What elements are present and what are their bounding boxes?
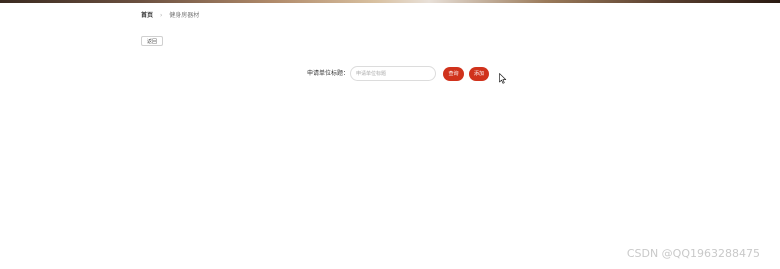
mouse-pointer-icon: [499, 73, 507, 84]
search-label: 申请单位标题：: [307, 70, 350, 77]
add-button[interactable]: 添加: [469, 67, 489, 81]
breadcrumb-separator: ›: [159, 12, 163, 19]
breadcrumb-home-link[interactable]: 首页: [141, 12, 153, 19]
search-input[interactable]: [350, 66, 436, 81]
breadcrumb: 首页 › 健身房器材: [141, 12, 199, 20]
breadcrumb-current: 健身房器材: [169, 12, 200, 19]
top-banner-strip: [0, 0, 780, 3]
watermark-text: CSDN @QQ1963288475: [626, 247, 760, 260]
query-button[interactable]: 查询: [443, 67, 464, 81]
return-button[interactable]: 返回: [141, 36, 163, 46]
